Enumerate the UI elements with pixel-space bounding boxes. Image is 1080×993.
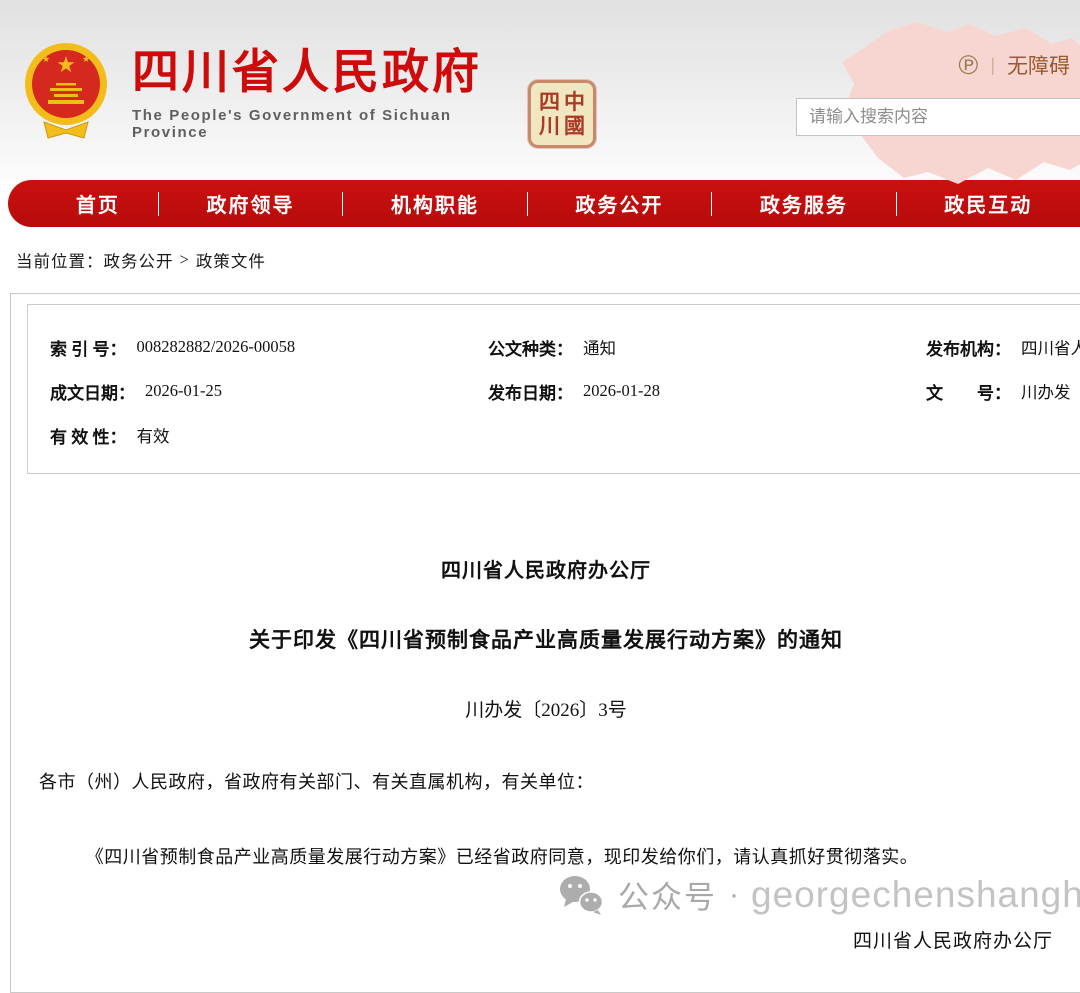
nav-item-government-leaders[interactable]: 政府领导 bbox=[159, 189, 342, 218]
nav-item-government-services[interactable]: 政务服务 bbox=[712, 189, 895, 218]
breadcrumb-label: 当前位置： bbox=[16, 248, 104, 272]
meta-value: 2026-01-25 bbox=[145, 381, 222, 401]
meta-label: 成文日期： bbox=[50, 379, 135, 404]
nav-item-public-interaction[interactable]: 政民互动 bbox=[897, 189, 1080, 218]
page: { "header": { "site_title": "四川省人民政府", "… bbox=[0, 0, 1080, 944]
meta-label: 公文种类： bbox=[488, 335, 573, 360]
meta-value: 008282882/2026-00058 bbox=[137, 337, 296, 357]
meta-label: 发布日期： bbox=[488, 379, 573, 404]
meta-label: 索 引 号： bbox=[50, 335, 127, 360]
site-logo-link[interactable]: ★ ★ ★ ★ ★ 四川省人民政府 The People's Governmen… bbox=[24, 36, 524, 146]
meta-validity: 有 效 性： 有效 bbox=[50, 423, 488, 448]
seal-right-column: 中國 bbox=[564, 90, 585, 138]
document-body: 四川省人民政府办公厅 关于印发《四川省预制食品产业高质量发展行动方案》的通知 川… bbox=[11, 558, 1080, 953]
meta-value: 有效 bbox=[137, 423, 170, 447]
document-paragraph: 《四川省预制食品产业高质量发展行动方案》已经省政府同意，现印发给你们，请认真抓好… bbox=[11, 845, 1080, 870]
meta-index-number: 索 引 号： 008282882/2026-00058 bbox=[50, 335, 488, 360]
content-panel: 索 引 号： 008282882/2026-00058 公文种类： 通知 发布机… bbox=[10, 293, 1080, 993]
nav-item-institutional-functions[interactable]: 机构职能 bbox=[343, 189, 526, 218]
meta-document-number: 文 号： 川办发 bbox=[926, 379, 1080, 404]
document-salutation: 各市（州）人民政府，省政府有关部门、有关直属机构，有关单位： bbox=[11, 770, 1080, 795]
meta-label: 发布机构： bbox=[926, 335, 1011, 360]
meta-value: 四川省人 bbox=[1021, 335, 1080, 359]
svg-text:★: ★ bbox=[82, 54, 90, 64]
accessibility-separator: | bbox=[990, 55, 995, 76]
meta-label: 文 号： bbox=[926, 379, 1011, 404]
breadcrumb-page[interactable]: 政策文件 bbox=[196, 248, 266, 272]
site-subtitle: The People's Government of Sichuan Provi… bbox=[132, 107, 524, 141]
breadcrumb: 当前位置： 政务公开 > 政策文件 bbox=[0, 227, 1080, 293]
meta-value: 2026-01-28 bbox=[583, 381, 660, 401]
svg-text:★: ★ bbox=[50, 44, 58, 54]
site-title: 四川省人民政府 bbox=[132, 46, 524, 98]
accessibility-row: ℗ | 无障碍 bbox=[958, 50, 1070, 80]
accessibility-link[interactable]: 无障碍 bbox=[1007, 50, 1070, 80]
svg-text:★: ★ bbox=[42, 54, 50, 64]
meta-issuing-agency: 发布机构： 四川省人 bbox=[926, 335, 1080, 360]
meta-publish-date: 发布日期： 2026-01-28 bbox=[488, 379, 926, 404]
meta-label: 有 效 性： bbox=[50, 423, 127, 448]
meta-written-date: 成文日期： 2026-01-25 bbox=[50, 379, 488, 404]
seal-left-column: 四川 bbox=[539, 90, 560, 138]
document-metadata-table: 索 引 号： 008282882/2026-00058 公文种类： 通知 发布机… bbox=[27, 304, 1080, 474]
document-agency-title: 四川省人民政府办公厅 bbox=[11, 558, 1080, 584]
svg-text:★: ★ bbox=[74, 44, 82, 54]
nav-item-government-affairs[interactable]: 政务公开 bbox=[528, 189, 711, 218]
circle-p-icon[interactable]: ℗ bbox=[958, 52, 978, 79]
china-sichuan-seal-icon: 四川 中國 bbox=[528, 80, 596, 148]
nav-item-home[interactable]: 首页 bbox=[38, 189, 158, 218]
meta-document-type: 公文种类： 通知 bbox=[488, 335, 926, 360]
svg-text:★: ★ bbox=[56, 52, 76, 77]
document-number: 川办发〔2026〕3号 bbox=[11, 698, 1080, 724]
breadcrumb-separator: > bbox=[180, 250, 190, 270]
breadcrumb-section[interactable]: 政务公开 bbox=[104, 248, 174, 272]
document-title: 关于印发《四川省预制食品产业高质量发展行动方案》的通知 bbox=[11, 626, 1080, 654]
meta-value: 川办发 bbox=[1021, 379, 1071, 403]
document-signature: 四川省人民政府办公厅 bbox=[11, 926, 1080, 953]
search-input[interactable] bbox=[796, 98, 1080, 136]
site-header: ★ ★ ★ ★ ★ 四川省人民政府 The People's Governmen… bbox=[0, 0, 1080, 180]
national-emblem-icon: ★ ★ ★ ★ ★ bbox=[24, 36, 108, 144]
site-title-block: 四川省人民政府 The People's Government of Sichu… bbox=[132, 36, 524, 146]
meta-value: 通知 bbox=[583, 335, 616, 359]
